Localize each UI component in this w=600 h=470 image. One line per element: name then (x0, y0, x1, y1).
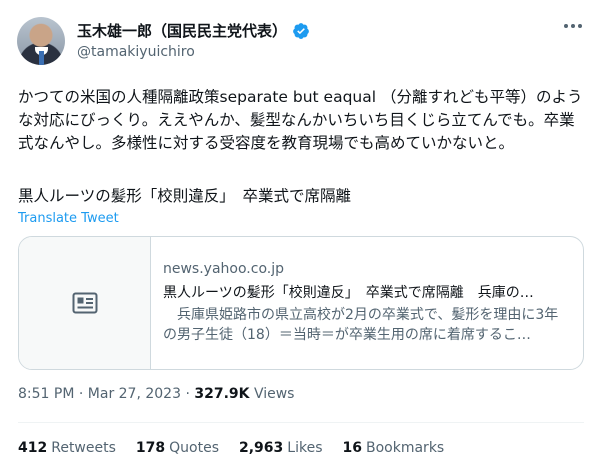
card-body: news.yahoo.co.jp 黒人ルーツの髪形「校則違反」 卒業式で席隔離 … (151, 237, 583, 369)
likes-label: Likes (287, 440, 323, 456)
quotes-count: 178 (135, 440, 166, 456)
card-title: 黒人ルーツの髪形「校則違反」 卒業式で席隔離 兵庫の… (163, 285, 534, 301)
retweets-stat[interactable]: 412 Retweets (18, 440, 116, 456)
tweet-stats: 412 Retweets 178 Quotes 2,963 Likes 16 Bookm… (18, 440, 444, 456)
avatar-tie (39, 51, 44, 65)
translate-tweet-link[interactable]: Translate Tweet (18, 211, 119, 226)
avatar[interactable] (17, 17, 65, 65)
retweets-count: 412 (18, 440, 48, 456)
meta-separator: · (185, 386, 190, 402)
author-handle[interactable]: @tamakiyuichiro (77, 44, 195, 60)
more-icon[interactable] (564, 24, 582, 28)
views-label: Views (253, 386, 295, 402)
divider (18, 422, 584, 423)
likes-stat[interactable]: 2,963 Likes (239, 440, 323, 456)
card-description: 兵庫県姫路市の県立高校が2月の卒業式で、髪形を理由に3年の男子生徒（18）＝当時… (163, 307, 559, 343)
retweets-label: Retweets (51, 440, 116, 456)
tweet-headline: 黒人ルーツの髪形「校則違反」 卒業式で席隔離 (18, 187, 351, 205)
quotes-label: Quotes (169, 440, 219, 456)
more-dot (571, 24, 575, 28)
more-dot (564, 24, 568, 28)
card-domain: news.yahoo.co.jp (163, 261, 284, 277)
more-dot (578, 24, 582, 28)
link-card[interactable]: news.yahoo.co.jp 黒人ルーツの髪形「校則違反」 卒業式で席隔離 … (18, 236, 584, 370)
views-count: 327.9K (194, 386, 250, 402)
verified-badge-icon (293, 22, 309, 39)
tweet-meta: 8:51 PM · Mar 27, 2023 · 327.9K Views (18, 386, 294, 402)
likes-count: 2,963 (239, 440, 284, 456)
card-thumbnail (19, 237, 151, 369)
author-display-name[interactable]: 玉木雄一郎（国民民主党代表） (77, 20, 287, 41)
quotes-stat[interactable]: 178 Quotes (136, 440, 219, 456)
bookmarks-label: Bookmarks (366, 440, 445, 456)
bookmarks-count: 16 (342, 440, 362, 456)
bookmarks-stat[interactable]: 16 Bookmarks (343, 440, 445, 456)
tweet-time[interactable]: 8:51 PM (18, 386, 74, 402)
article-icon (72, 292, 97, 314)
author-name-row: 玉木雄一郎（国民民主党代表） (77, 20, 310, 41)
tweet-date[interactable]: Mar 27, 2023 (88, 386, 181, 402)
tweet-text: かつての米国の人種隔離政策separate but eaqual （分離すれども… (18, 88, 583, 152)
meta-separator: · (78, 386, 84, 402)
